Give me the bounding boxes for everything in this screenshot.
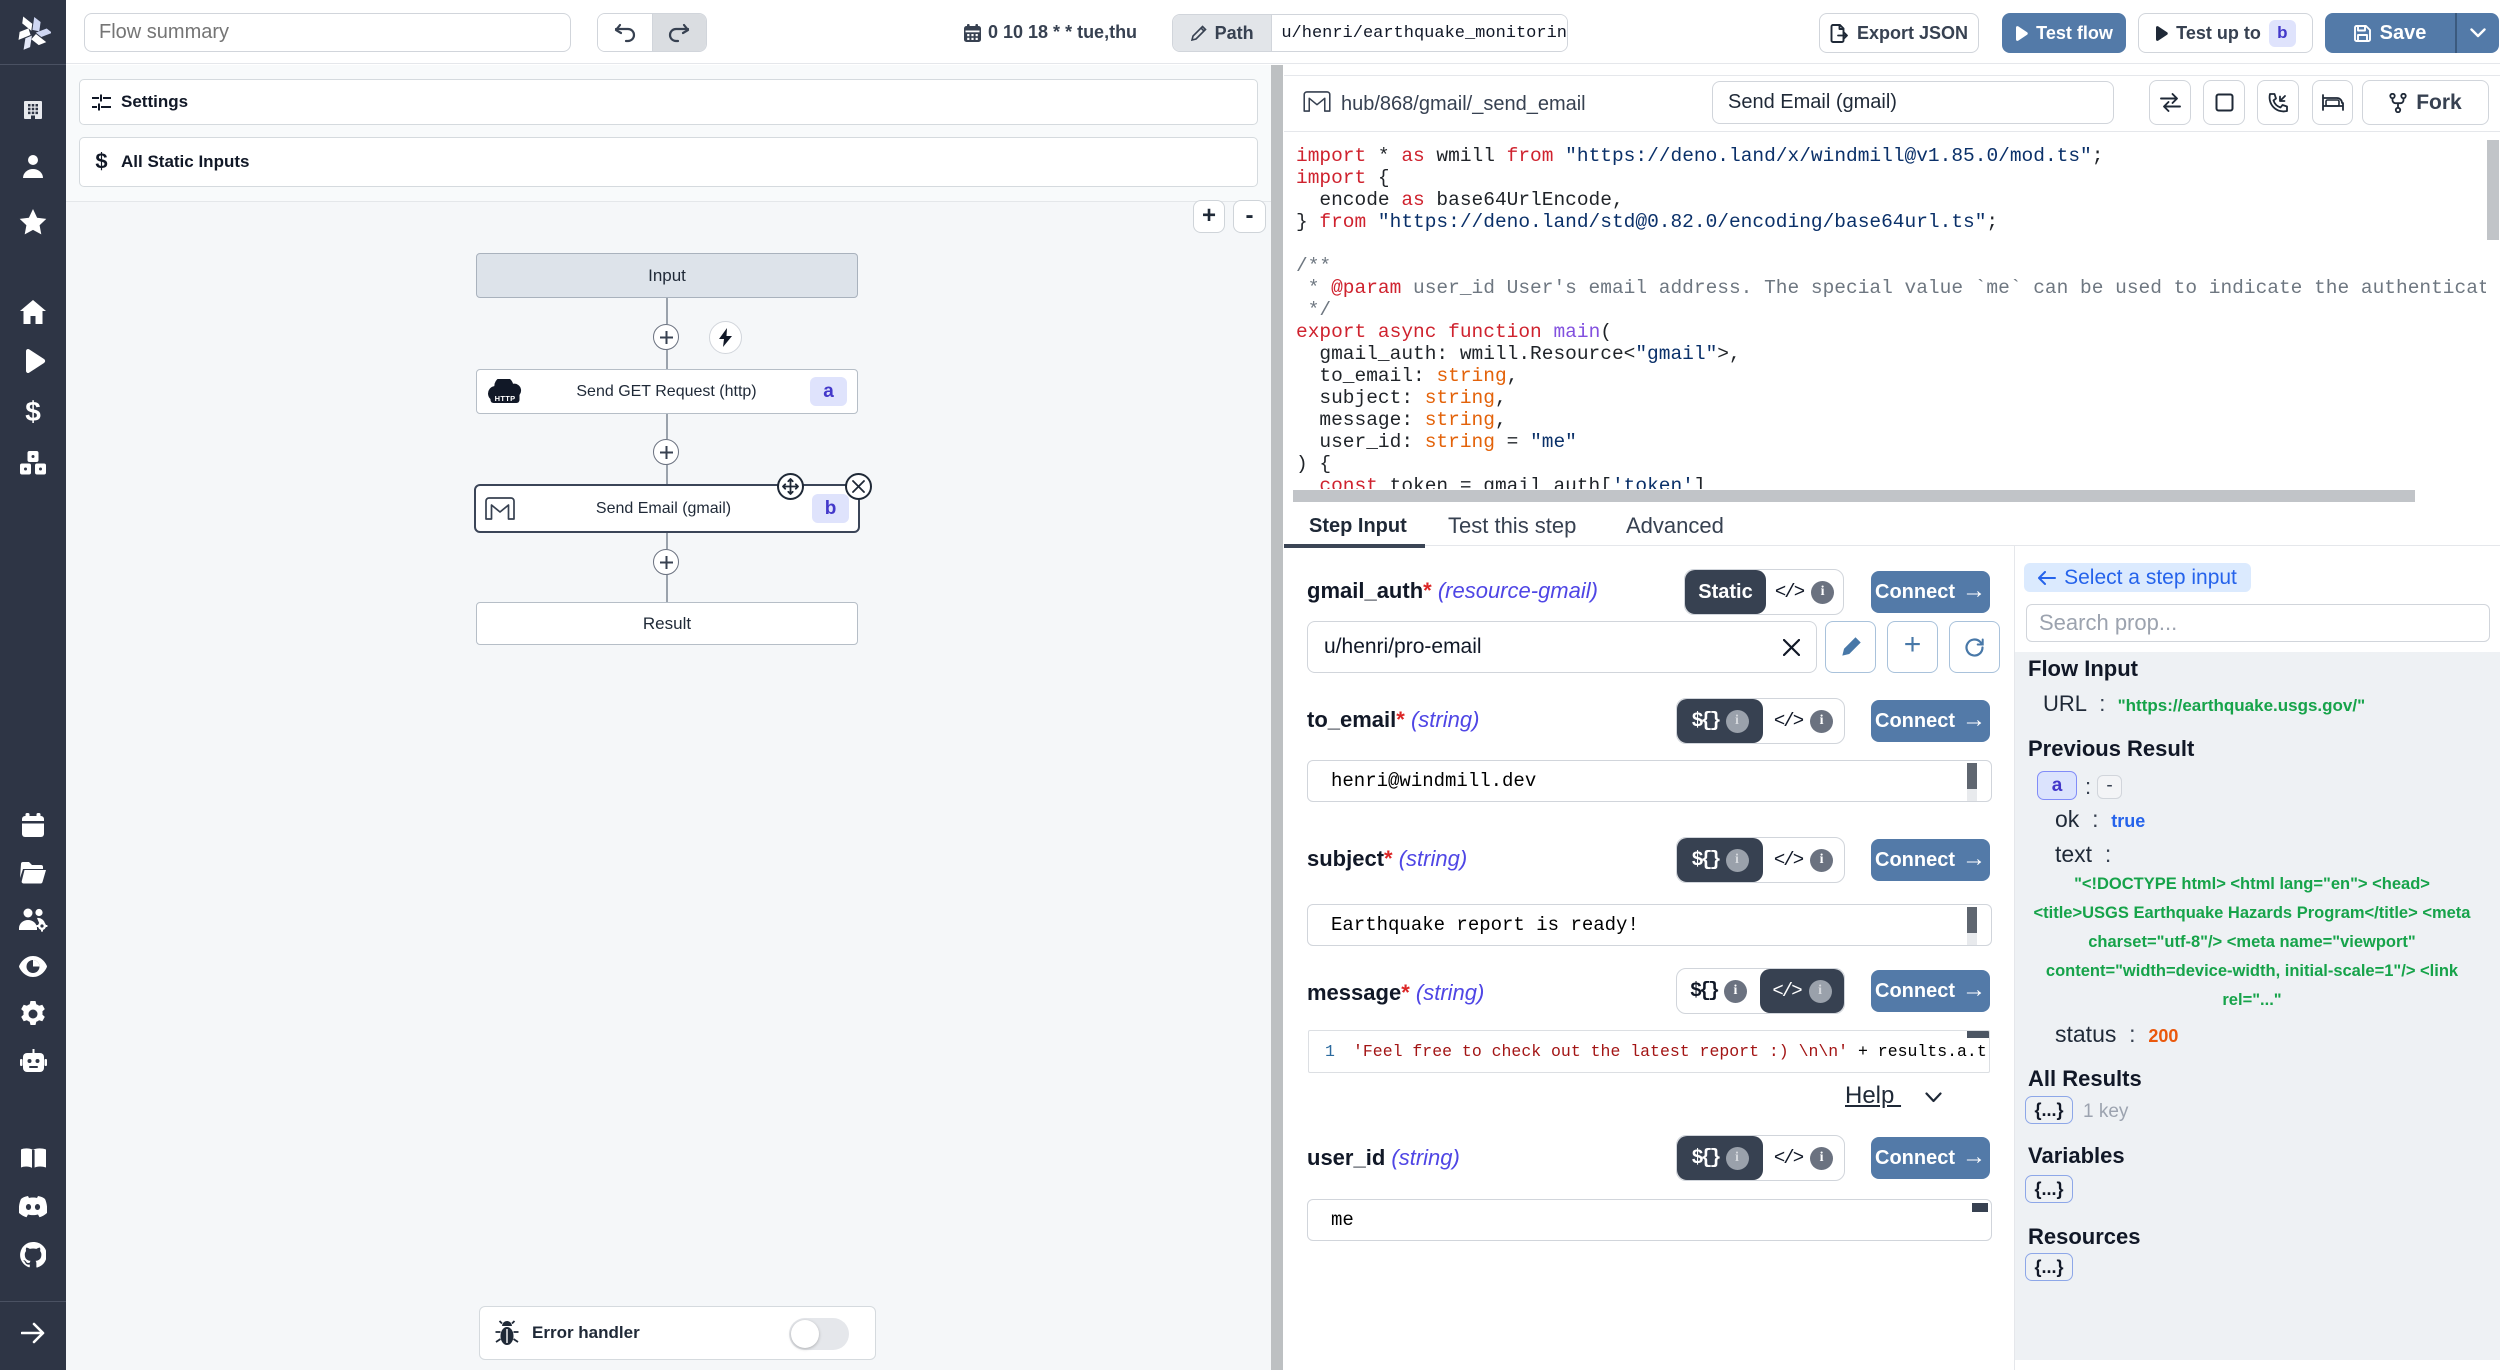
svg-text:HTTP: HTTP: [495, 394, 516, 403]
